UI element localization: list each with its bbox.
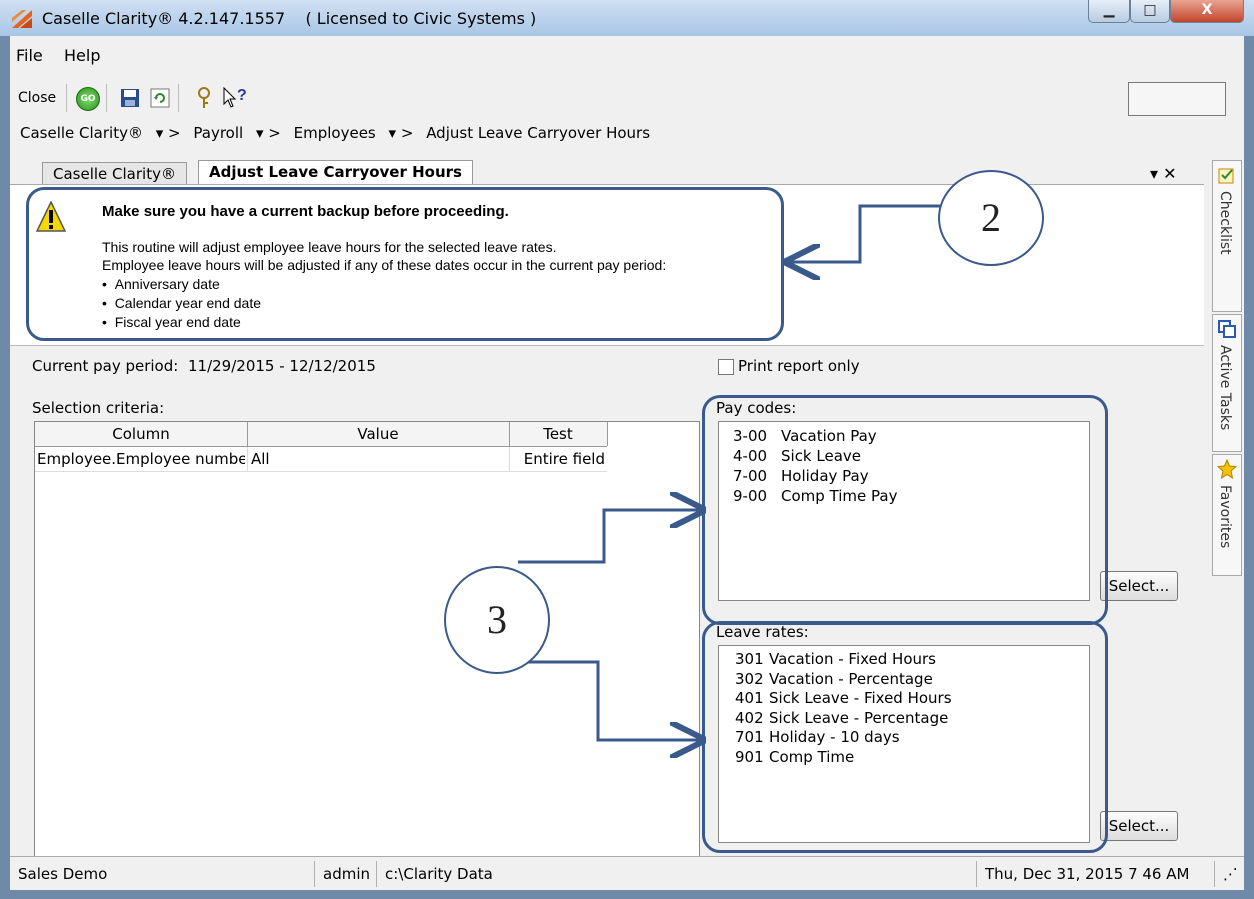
svg-text:?: ? (237, 87, 247, 104)
key-help-icon[interactable] (196, 87, 212, 109)
print-report-only-label[interactable]: Print report only (738, 357, 860, 375)
pay-period-label: Current pay period: (32, 357, 179, 375)
pay-codes-select-button[interactable]: Select... (1100, 571, 1178, 601)
leave-rates-select-button[interactable]: Select... (1100, 811, 1178, 841)
toolbar-divider (178, 84, 179, 112)
status-data-path: c:\Clarity Data (376, 861, 975, 887)
breadcrumb-item-clarity[interactable]: Caselle Clarity® (20, 124, 143, 142)
tab-adjust-leave-carryover[interactable]: Adjust Leave Carryover Hours (198, 160, 473, 186)
favorites-star-icon (1217, 459, 1237, 479)
menu-help[interactable]: Help (64, 46, 100, 65)
breadcrumb-separator[interactable]: ▾ > (256, 124, 281, 142)
print-report-only-checkbox[interactable] (718, 359, 734, 375)
column-header-column[interactable]: Column (35, 422, 248, 446)
tab-caselle-clarity[interactable]: Caselle Clarity® (42, 162, 187, 185)
column-header-test[interactable]: Test (509, 422, 608, 446)
toolbar-status-box (1128, 82, 1226, 116)
callout-2-circle: 2 (938, 170, 1044, 266)
grid-divider (247, 447, 248, 471)
resize-grip-icon[interactable]: ⋰ (1214, 861, 1243, 887)
toolbar-divider (106, 84, 107, 112)
close-button[interactable]: Close (18, 90, 56, 106)
tab-menu-close-controls[interactable]: ▾ ✕ (1150, 164, 1177, 183)
active-tasks-icon (1218, 320, 1236, 338)
status-user: admin (314, 861, 377, 887)
annotation-box-warning (26, 187, 784, 341)
annotation-box-pay-codes (702, 395, 1108, 625)
breadcrumb-current: Adjust Leave Carryover Hours (426, 124, 651, 142)
menu-file[interactable]: File (16, 46, 43, 65)
annotation-box-leave-rates (702, 621, 1108, 853)
callout-3-circle: 3 (444, 566, 550, 674)
title-bar: Caselle Clarity® 4.2.147.1557 ( Licensed… (0, 0, 1254, 36)
side-dock: Checklist Active Tasks Favorites (1208, 160, 1244, 856)
table-row[interactable]: Employee.Employee number All Entire fiel… (35, 447, 607, 472)
side-tab-active-tasks[interactable]: Active Tasks (1212, 314, 1242, 452)
close-window-button[interactable]: X (1170, 0, 1244, 23)
go-icon[interactable]: GO (76, 87, 100, 111)
grid-divider (509, 447, 510, 471)
side-tab-favorites-label: Favorites (1217, 485, 1233, 549)
side-tab-checklist-label: Checklist (1217, 191, 1233, 255)
save-icon[interactable] (120, 88, 140, 108)
main-content: Make sure you have a current backup befo… (10, 184, 1204, 871)
breadcrumb-separator[interactable]: ▾ > (389, 124, 414, 142)
toolbar-divider (66, 84, 67, 112)
cell-column[interactable]: Employee.Employee number (37, 447, 245, 471)
side-tab-active-tasks-label: Active Tasks (1217, 345, 1233, 431)
side-tab-favorites[interactable]: Favorites (1212, 454, 1242, 576)
selection-criteria-label: Selection criteria: (32, 399, 165, 417)
grid-header: Column Value Test (35, 422, 608, 447)
window-title: Caselle Clarity® 4.2.147.1557 ( Licensed… (42, 9, 537, 28)
breadcrumb-item-payroll[interactable]: Payroll (193, 124, 243, 142)
refresh-icon[interactable] (150, 88, 170, 108)
maximize-button[interactable]: □ (1130, 0, 1170, 23)
side-tab-checklist[interactable]: Checklist (1212, 160, 1242, 312)
caselle-logo-icon (12, 10, 32, 28)
status-datetime: Thu, Dec 31, 2015 7 46 AM (976, 861, 1213, 887)
selection-criteria-grid[interactable]: Column Value Test Employee.Employee numb… (34, 421, 700, 871)
breadcrumb-item-employees[interactable]: Employees (294, 124, 376, 142)
breadcrumb: Caselle Clarity® ▾ > Payroll ▾ > Employe… (20, 124, 650, 142)
cell-value[interactable]: All (251, 447, 270, 471)
checklist-icon (1218, 168, 1234, 184)
app-frame: File Help Close GO ? Caselle Clarity® ▾ … (10, 36, 1244, 890)
minimize-button[interactable]: ▁ (1088, 0, 1130, 23)
column-header-value[interactable]: Value (247, 422, 510, 446)
whats-this-icon[interactable]: ? (222, 86, 252, 110)
cell-test[interactable]: Entire field (511, 447, 605, 471)
breadcrumb-separator[interactable]: ▾ > (156, 124, 181, 142)
pay-period-value: 11/29/2015 - 12/12/2015 (188, 357, 376, 375)
status-company: Sales Demo (18, 865, 108, 883)
status-bar: Sales Demo admin c:\Clarity Data Thu, De… (10, 856, 1244, 890)
